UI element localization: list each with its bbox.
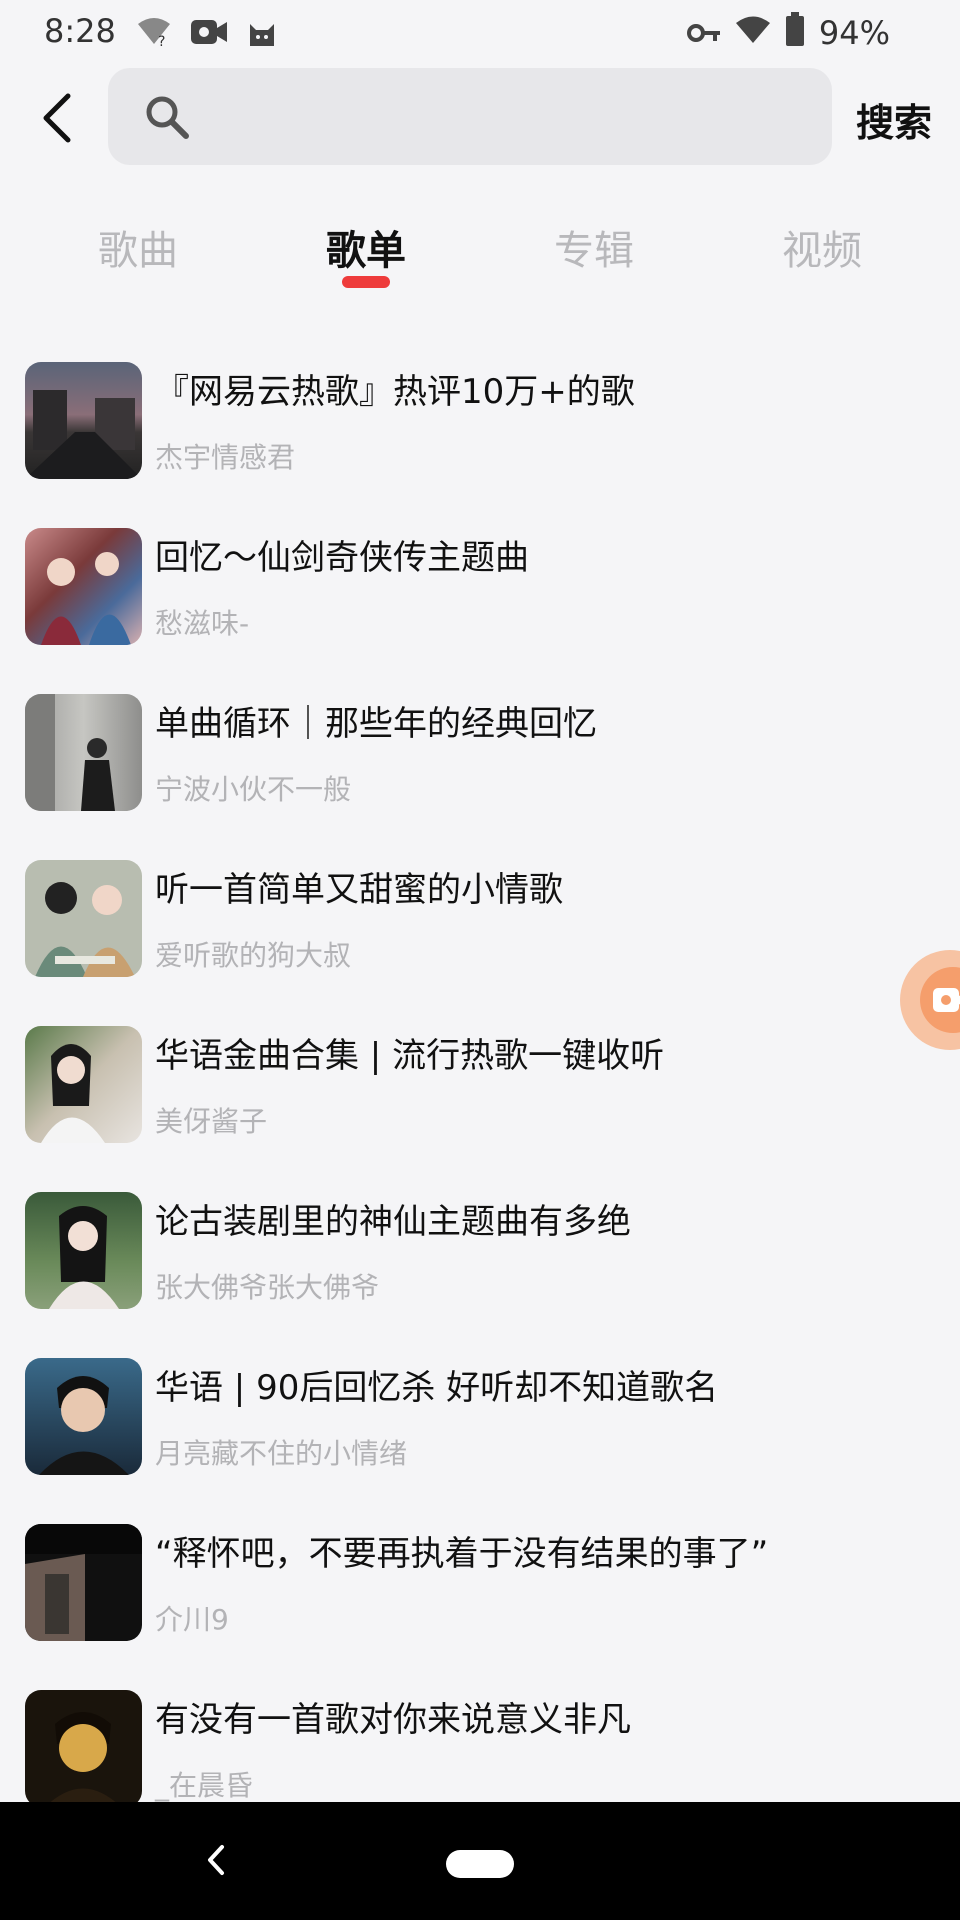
status-time: 8:28 xyxy=(44,12,116,50)
nav-home-button[interactable] xyxy=(446,1850,514,1878)
chevron-left-icon xyxy=(208,1845,224,1875)
wifi-icon xyxy=(735,14,771,52)
tab-playlists[interactable]: 歌单 xyxy=(296,218,436,276)
playlist-cover xyxy=(25,860,142,977)
playlist-cover xyxy=(25,1026,142,1143)
playlist-title: 华语金曲合集 | 流行热歌一键收听 xyxy=(155,1036,665,1076)
playlist-item[interactable]: 听一首简单又甜蜜的小情歌 爱听歌的狗大叔 xyxy=(0,848,960,1014)
playlist-title: 单曲循环｜那些年的经典回忆 xyxy=(155,704,597,744)
status-left-icons: ? xyxy=(136,16,278,52)
wifi-question-icon: ? xyxy=(136,16,172,52)
chevron-left-icon xyxy=(43,93,71,143)
playlist-title: 听一首简单又甜蜜的小情歌 xyxy=(155,870,563,910)
playlist-creator: _在晨昏 xyxy=(155,1769,254,1802)
battery-percent: 94% xyxy=(818,14,890,52)
status-right: 94% xyxy=(686,12,890,54)
playlist-cover xyxy=(25,694,142,811)
search-button[interactable]: 搜索 xyxy=(856,92,932,147)
playlist-title: “释怀吧，不要再执着于没有结果的事了” xyxy=(155,1534,769,1574)
video-camera-icon xyxy=(190,17,228,51)
battery-icon xyxy=(785,12,805,54)
playlist-item[interactable]: 回忆～仙剑奇侠传主题曲 愁滋味- xyxy=(0,516,960,682)
tab-albums[interactable]: 专辑 xyxy=(524,218,664,276)
playlist-item[interactable]: 华语金曲合集 | 流行热歌一键收听 美伢酱子 xyxy=(0,1014,960,1180)
tab-videos[interactable]: 视频 xyxy=(752,218,892,276)
playlist-cover xyxy=(25,1690,142,1807)
status-bar: 8:28 ? 94% xyxy=(0,0,960,68)
playlist-creator: 宁波小伙不一般 xyxy=(155,773,352,806)
playlist-cover xyxy=(25,362,142,479)
svg-text:?: ? xyxy=(158,34,165,48)
playlist-item[interactable]: “释怀吧，不要再执着于没有结果的事了” 介川9 xyxy=(0,1512,960,1678)
header: 搜索 xyxy=(0,68,960,168)
video-camera-icon xyxy=(933,988,960,1012)
playlist-creator: 杰宇情感君 xyxy=(155,441,296,474)
playlist-cover xyxy=(25,1358,142,1475)
playlist-cover xyxy=(25,528,142,645)
float-inner xyxy=(920,967,960,1033)
playlist-item[interactable]: 华语 | 90后回忆杀 好听却不知道歌名 月亮藏不住的小情绪 xyxy=(0,1346,960,1512)
playlist-creator: 介川9 xyxy=(155,1603,229,1636)
playlist-creator: 美伢酱子 xyxy=(155,1105,268,1138)
playlist-creator: 张大佛爷张大佛爷 xyxy=(155,1271,380,1304)
playlist-cover xyxy=(25,1192,142,1309)
playlist-creator: 爱听歌的狗大叔 xyxy=(155,939,352,972)
cat-icon xyxy=(246,16,278,52)
playlist-title: 有没有一首歌对你来说意义非凡 xyxy=(155,1700,631,1740)
nav-back-button[interactable] xyxy=(196,1840,236,1880)
playlist-creator: 愁滋味- xyxy=(155,607,250,640)
playlist-item[interactable]: 论古装剧里的神仙主题曲有多绝 张大佛爷张大佛爷 xyxy=(0,1180,960,1346)
tab-indicator xyxy=(342,276,390,288)
back-button[interactable] xyxy=(30,86,84,150)
playlist-item[interactable]: 单曲循环｜那些年的经典回忆 宁波小伙不一般 xyxy=(0,682,960,848)
playlist-title: 华语 | 90后回忆杀 好听却不知道歌名 xyxy=(155,1368,719,1408)
playlist-title: 『网易云热歌』热评10万+的歌 xyxy=(155,372,635,412)
tab-bar: 歌曲 歌单 专辑 视频 xyxy=(0,218,960,298)
key-icon xyxy=(686,14,721,52)
playlist-item[interactable]: 『网易云热歌』热评10万+的歌 杰宇情感君 xyxy=(0,350,960,516)
screen: 8:28 ? 94% 搜索 歌曲 歌单 专辑 视频 『网易云热歌』热评10万+的… xyxy=(0,0,960,1920)
playlist-title: 回忆～仙剑奇侠传主题曲 xyxy=(155,538,529,578)
tab-songs[interactable]: 歌曲 xyxy=(68,218,208,276)
system-nav-bar xyxy=(0,1802,960,1920)
playlist-cover xyxy=(25,1524,142,1641)
search-box[interactable] xyxy=(108,68,832,165)
search-icon xyxy=(144,94,190,144)
playlist-title: 论古装剧里的神仙主题曲有多绝 xyxy=(155,1202,631,1242)
search-input[interactable] xyxy=(204,68,804,165)
playlist-creator: 月亮藏不住的小情绪 xyxy=(155,1437,408,1470)
